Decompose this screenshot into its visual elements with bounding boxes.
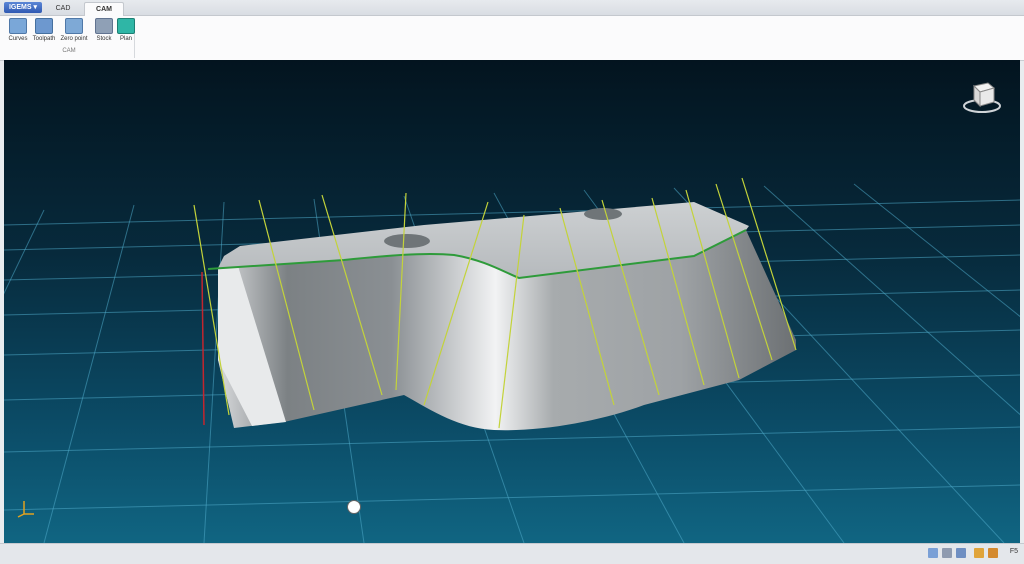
curves-icon — [9, 18, 27, 34]
zero-point-icon — [65, 18, 83, 34]
plan-label: Plan — [119, 36, 132, 42]
zero-point-button[interactable]: Zero point — [60, 18, 88, 48]
view-icon[interactable] — [956, 548, 966, 558]
plan-icon — [117, 18, 135, 34]
scene — [4, 177, 1020, 543]
toolpath-icon — [35, 18, 53, 34]
tab-cad[interactable]: CAD — [44, 2, 82, 15]
cam-tool-group: Curves Toolpath Zero point Stock Plan CA… — [4, 18, 135, 58]
app-menu-button[interactable]: IGEMS ▾ — [4, 2, 42, 13]
3d-viewport[interactable] — [4, 60, 1020, 543]
z-axis-line — [201, 271, 205, 426]
plan-button[interactable]: Plan — [112, 18, 140, 48]
axis-triad-icon — [16, 498, 36, 518]
ribbon: IGEMS ▾ CAD CAM Curves Toolpath Zero poi… — [0, 0, 1024, 61]
grid-icon[interactable] — [928, 548, 938, 558]
layers-icon[interactable] — [942, 548, 952, 558]
curves-button[interactable]: Curves — [4, 18, 32, 48]
zero-point-label: Zero point — [60, 36, 88, 42]
hole-right — [584, 208, 622, 220]
status-text: F5 — [1009, 548, 1018, 555]
toolpath-label: Toolpath — [32, 36, 56, 42]
hole-left — [384, 234, 430, 248]
view-cube-icon[interactable] — [962, 78, 1002, 114]
ribbon-tab-bar: IGEMS ▾ CAD CAM — [0, 0, 1024, 16]
tab-cam[interactable]: CAM — [84, 2, 124, 16]
ribbon-group-label: CAM — [62, 48, 76, 54]
settings-icon[interactable] — [988, 548, 998, 558]
stock-icon — [95, 18, 113, 34]
rotate-cursor-icon — [347, 500, 361, 514]
status-bar: F5 — [0, 543, 1024, 564]
toolpath-button[interactable]: Toolpath — [30, 18, 58, 48]
folder-icon[interactable] — [974, 548, 984, 558]
curves-label: Curves — [8, 36, 28, 42]
